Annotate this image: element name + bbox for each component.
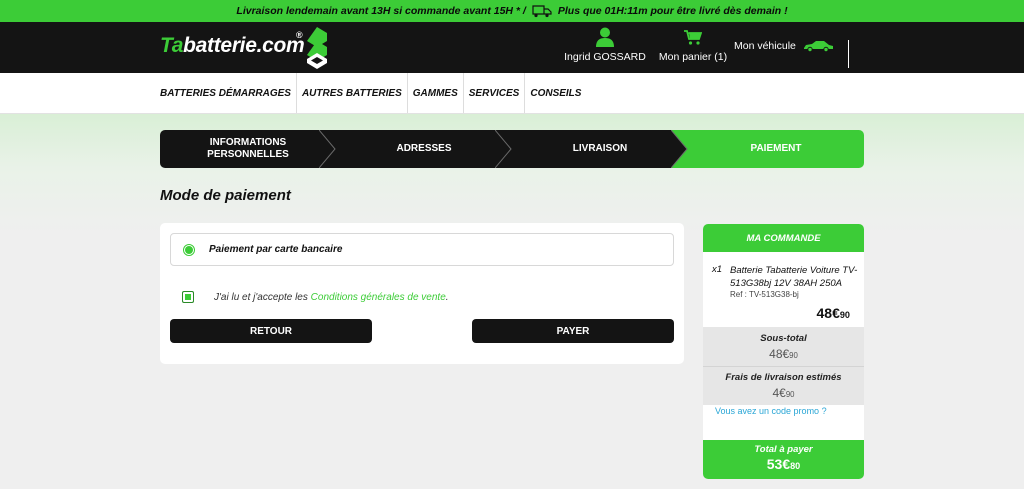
order-line-item: x1 Batterie Tabatterie Voiture TV-513G38…	[703, 224, 864, 327]
nav-item-batteries-demarrages[interactable]: BATTERIES DÉMARRAGES	[160, 73, 297, 113]
nav-item-gammes[interactable]: GAMMES	[408, 73, 464, 113]
cart-icon	[684, 30, 702, 45]
item-name[interactable]: Batterie Tabatterie Voiture TV-513G38bj …	[730, 264, 864, 290]
payment-radio[interactable]	[183, 243, 195, 256]
site-logo[interactable]: Tabatterie.com ®	[160, 30, 305, 58]
subtotal-label: Sous-total	[760, 333, 807, 344]
item-ref: Ref : TV-513G38-bj	[730, 290, 799, 299]
promo-banner: Livraison lendemain avant 13H si command…	[0, 0, 1024, 22]
step-paiement[interactable]: PAIEMENT	[688, 130, 864, 168]
step-adresses[interactable]: ADRESSES	[336, 130, 512, 168]
shipping-label: Frais de livraison estimés	[725, 372, 842, 383]
checkout-steps: INFORMATIONS PERSONNELLES ADRESSES LIVRA…	[160, 130, 864, 168]
header-divider	[848, 40, 849, 68]
terms-text: J'ai lu et j'accepte les Conditions géné…	[214, 291, 449, 303]
promo-code-link[interactable]: Vous avez un code promo ?	[715, 406, 827, 416]
step-arrow-icon	[319, 130, 336, 168]
site-header: Tabatterie.com ® Ingrid GOSSARD Mon pani…	[0, 22, 1024, 73]
cart-link[interactable]: Mon panier (1)	[655, 30, 731, 63]
subtotal-block: Sous-total 48€90	[703, 327, 864, 366]
shipping-block: Frais de livraison estimés 4€90	[703, 366, 864, 405]
payment-option-label: Paiement par carte bancaire	[209, 244, 343, 255]
account-link[interactable]: Ingrid GOSSARD	[563, 27, 647, 63]
subtotal-value: 48€90	[769, 347, 798, 361]
car-icon	[803, 41, 833, 52]
order-summary: MA COMMANDE x1 Batterie Tabatterie Voitu…	[703, 224, 864, 479]
user-name: Ingrid GOSSARD	[564, 51, 646, 63]
step-arrow-icon	[495, 130, 512, 168]
user-icon	[596, 27, 614, 47]
payment-option-card[interactable]: Paiement par carte bancaire	[170, 233, 674, 266]
back-button[interactable]: RETOUR	[170, 319, 372, 343]
nav-item-conseils[interactable]: CONSEILS	[525, 73, 586, 113]
page-title: Mode de paiement	[160, 187, 291, 204]
promo-countdown-text: Plus que 01H:11m pour être livré dès dem…	[557, 5, 788, 17]
step-informations[interactable]: INFORMATIONS PERSONNELLES	[160, 130, 336, 168]
vehicle-label: Mon véhicule	[734, 40, 796, 52]
total-value: 53€80	[766, 456, 801, 472]
item-price: 48€90	[816, 305, 850, 321]
total-label: Total à payer	[754, 444, 813, 455]
shipping-value: 4€90	[772, 386, 795, 400]
nav-item-autres-batteries[interactable]: AUTRES BATTERIES	[297, 73, 408, 113]
nav-item-services[interactable]: SERVICES	[464, 73, 526, 113]
step-livraison[interactable]: LIVRAISON	[512, 130, 689, 168]
payment-card: Paiement par carte bancaire J'ai lu et j…	[160, 223, 684, 364]
promo-banner-text: Livraison lendemain avant 13H si command…	[236, 5, 526, 17]
terms-link[interactable]: Conditions générales de vente	[311, 292, 446, 303]
terms-checkbox[interactable]	[182, 291, 194, 303]
vehicle-link[interactable]: Mon véhicule	[734, 40, 834, 52]
pay-button[interactable]: PAYER	[472, 319, 674, 343]
total-block: Total à payer 53€80	[703, 440, 864, 479]
terms-row: J'ai lu et j'accepte les Conditions géné…	[182, 291, 449, 303]
cart-label: Mon panier (1)	[658, 51, 728, 63]
main-nav: BATTERIES DÉMARRAGES AUTRES BATTERIES GA…	[0, 73, 1024, 114]
item-quantity: x1	[712, 264, 723, 275]
step-arrow-icon	[671, 130, 689, 168]
delivery-truck-icon	[532, 4, 552, 18]
logo-mark-icon	[306, 27, 328, 74]
